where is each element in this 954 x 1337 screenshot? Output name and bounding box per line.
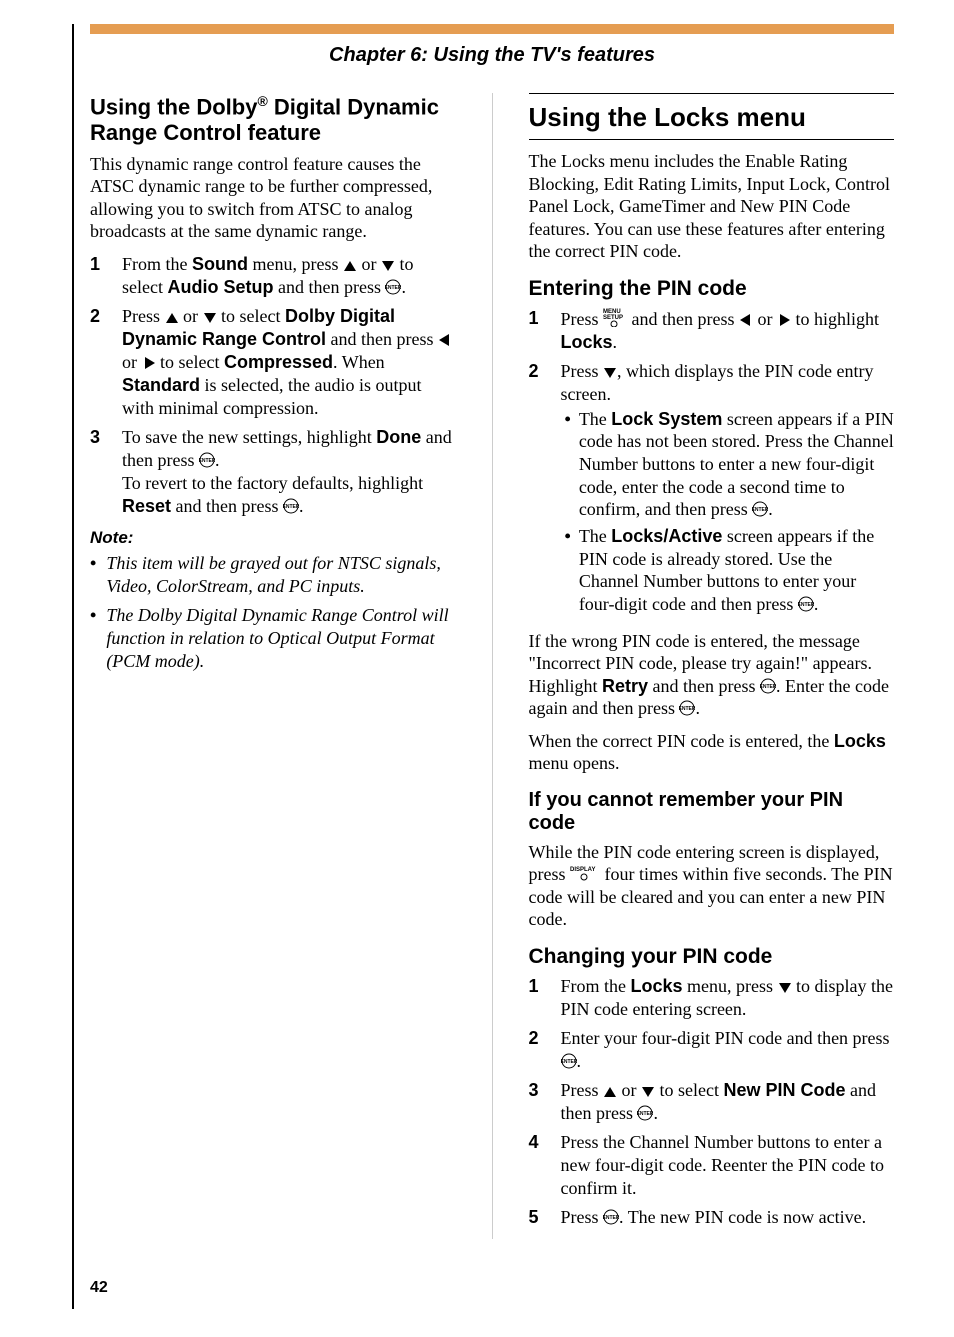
enter-steps: 1 Press and then press or to highlight L… [529, 307, 895, 620]
step-4: 4 Press the Channel Number buttons to en… [529, 1131, 895, 1200]
enter-substeps: • The Lock System screen appears if a PI… [561, 408, 895, 616]
arrow-right-icon [142, 356, 156, 370]
step-number: 2 [529, 360, 547, 620]
enter-icon [679, 700, 695, 716]
entering-pin-heading: Entering the PIN code [529, 277, 895, 301]
display-icon [570, 864, 600, 882]
enter-icon [752, 501, 768, 517]
top-accent-bar [90, 24, 894, 34]
step-number: 4 [529, 1131, 547, 1200]
step-number: 2 [90, 305, 108, 420]
arrow-down-icon [203, 312, 217, 324]
arrow-left-icon [438, 333, 452, 347]
arrow-up-icon [343, 260, 357, 272]
arrow-left-icon [739, 313, 753, 327]
step-1: 1 From the Locks menu, press to display … [529, 975, 895, 1021]
arrow-down-icon [778, 982, 792, 994]
note-item: The Dolby Digital Dynamic Range Control … [90, 604, 456, 673]
heading-text-pre: Using the Dolby [90, 94, 257, 119]
step-3: 3 Press or to select New PIN Code and th… [529, 1079, 895, 1125]
left-column: Using the Dolby® Digital Dynamic Range C… [90, 93, 456, 1239]
correct-pin-text: When the correct PIN code is entered, th… [529, 730, 895, 775]
wrong-pin-text: If the wrong PIN code is entered, the me… [529, 630, 895, 720]
enter-icon [561, 1053, 577, 1069]
step-1: 1 From the Sound menu, press or to selec… [90, 253, 456, 299]
step-number: 1 [90, 253, 108, 299]
step-5: 5 Press . The new PIN code is now active… [529, 1206, 895, 1229]
arrow-right-icon [777, 313, 791, 327]
step-number: 1 [529, 975, 547, 1021]
arrow-up-icon [165, 312, 179, 324]
forgot-pin-heading: If you cannot remember your PIN code [529, 789, 895, 835]
registered-mark: ® [257, 93, 267, 109]
note-item: This item will be grayed out for NTSC si… [90, 552, 456, 598]
change-steps: 1 From the Locks menu, press to display … [529, 975, 895, 1229]
enter-icon [199, 452, 215, 468]
dolby-steps: 1 From the Sound menu, press or to selec… [90, 253, 456, 518]
sub-item: • The Lock System screen appears if a PI… [561, 408, 895, 521]
step-number: 3 [529, 1079, 547, 1125]
step-1: 1 Press and then press or to highlight L… [529, 307, 895, 354]
step-number: 1 [529, 307, 547, 354]
right-column: Using the Locks menu The Locks menu incl… [529, 93, 895, 1239]
chapter-title: Chapter 6: Using the TV's features [90, 44, 894, 67]
arrow-down-icon [641, 1086, 655, 1098]
menu-setup-icon [603, 307, 627, 327]
sub-item: • The Locks/Active screen appears if the… [561, 525, 895, 616]
left-rule [72, 24, 74, 1309]
enter-icon [603, 1209, 619, 1225]
enter-icon [798, 596, 814, 612]
dolby-intro: This dynamic range control feature cause… [90, 153, 456, 243]
column-divider [492, 93, 493, 1239]
step-number: 5 [529, 1206, 547, 1229]
arrow-up-icon [603, 1086, 617, 1098]
step-2: 2 Enter your four-digit PIN code and the… [529, 1027, 895, 1073]
enter-icon [760, 678, 776, 694]
change-pin-heading: Changing your PIN code [529, 945, 895, 969]
enter-icon [637, 1105, 653, 1121]
step-2: 2 Press , which displays the PIN code en… [529, 360, 895, 620]
note-heading: Note: [90, 528, 456, 548]
arrow-down-icon [381, 260, 395, 272]
step-number: 2 [529, 1027, 547, 1073]
locks-heading: Using the Locks menu [529, 93, 895, 140]
note-list: This item will be grayed out for NTSC si… [90, 552, 456, 673]
forgot-pin-text: While the PIN code entering screen is di… [529, 841, 895, 931]
step-2: 2 Press or to select Dolby Digital Dynam… [90, 305, 456, 420]
step-3: 3 To save the new settings, highlight Do… [90, 426, 456, 518]
page-number: 42 [90, 1279, 894, 1297]
step-number: 3 [90, 426, 108, 518]
enter-icon [385, 279, 401, 295]
dolby-heading: Using the Dolby® Digital Dynamic Range C… [90, 93, 456, 145]
enter-icon [283, 498, 299, 514]
locks-intro: The Locks menu includes the Enable Ratin… [529, 150, 895, 263]
arrow-down-icon [603, 367, 617, 379]
